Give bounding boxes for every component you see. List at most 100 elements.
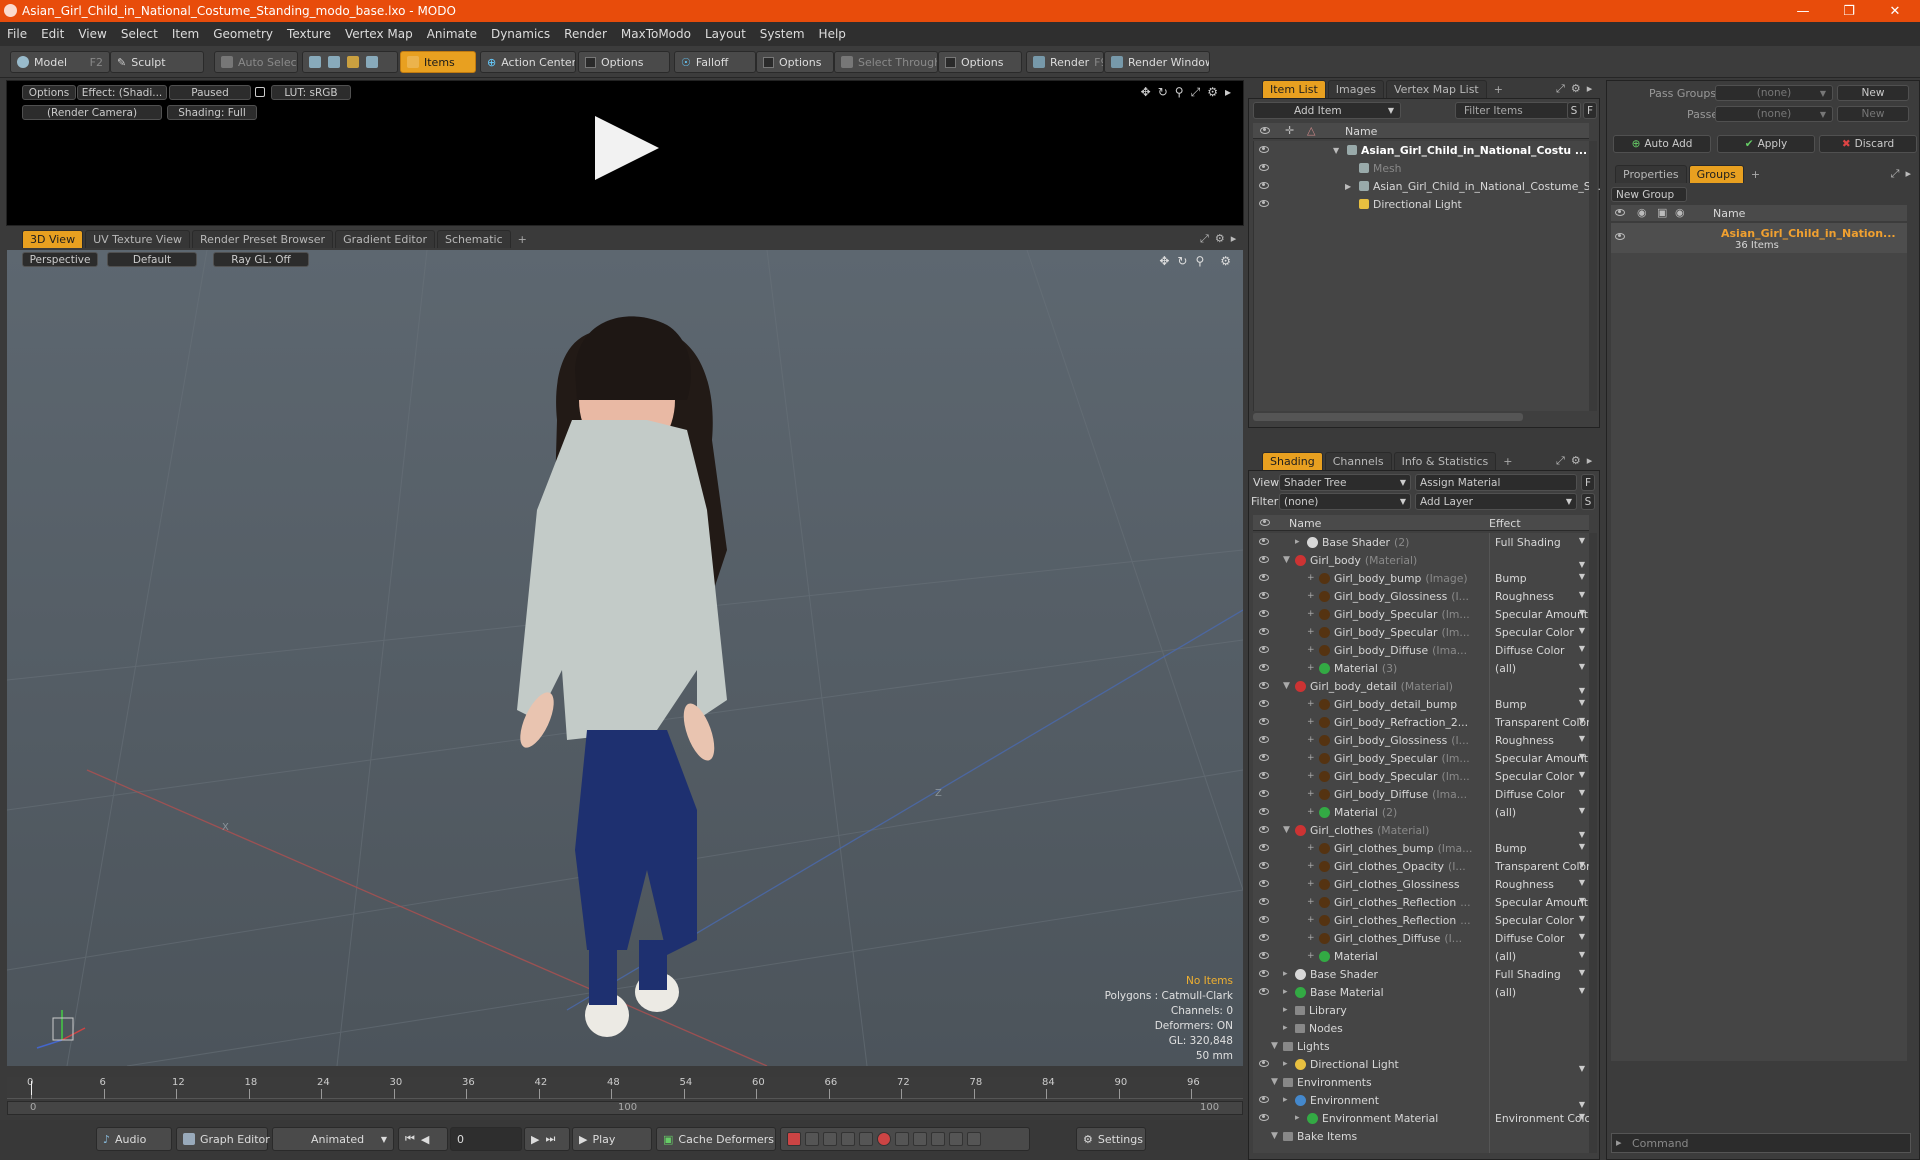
shader-tree-scrollbar[interactable] [1589,533,1597,1153]
zoom-icon[interactable]: ⚲ [1195,254,1204,268]
menu-maxtomodo[interactable]: MaxToModo [614,27,698,41]
shader-row[interactable]: + Girl_body_Glossiness (I... Roughness ▼ [1253,587,1589,605]
expand-arrow-icon[interactable]: ▼ [1333,146,1339,155]
effect-dropdown[interactable]: Diffuse Color ▼ [1493,932,1589,945]
close-button[interactable]: ✕ [1872,0,1918,22]
gear-icon[interactable]: ⚙ [1215,232,1225,246]
arrow-right-icon[interactable]: ▸ [1225,85,1231,100]
selection-mode-buttons[interactable] [302,51,398,73]
expand-arrow-icon[interactable]: + [1307,573,1315,583]
tab-schematic[interactable]: Schematic [437,230,511,248]
expand-arrow-icon[interactable]: ▼ [1271,1131,1278,1141]
expand-arrow-icon[interactable]: ▼ [1283,825,1290,835]
add-tab-button[interactable]: + [513,231,532,248]
expand-arrow-icon[interactable]: ▼ [1283,681,1290,691]
visibility-eye-icon[interactable] [1259,844,1269,851]
key-filter-icon[interactable] [931,1132,945,1146]
effect-dropdown[interactable]: Bump ▼ [1493,842,1589,855]
menu-texture[interactable]: Texture [280,27,338,41]
render-button[interactable]: RenderF9 [1026,51,1104,73]
expand-arrow-icon[interactable]: + [1307,591,1315,601]
shader-row[interactable]: + Material (all) ▼ [1253,947,1589,965]
shader-row[interactable]: ▼ Bake Items [1253,1127,1589,1145]
frame-input[interactable]: 0 [450,1127,522,1151]
effect-dropdown[interactable]: Full Shading ▼ [1493,536,1589,549]
graph-editor-button[interactable]: Graph Editor [176,1127,270,1151]
assign-f-button[interactable]: F [1581,474,1595,491]
expand-arrow-icon[interactable]: ▸ [1283,1059,1288,1069]
viewport-panel-controls[interactable]: ⤢ ⚙ ▸ [1200,232,1236,246]
expand-arrow-icon[interactable]: + [1307,753,1315,763]
move-icon[interactable]: ✥ [1159,254,1169,268]
maximize-icon[interactable]: ⤢ [1200,232,1209,246]
visibility-eye-icon[interactable] [1259,646,1269,653]
keyframe-dot-icon[interactable] [877,1132,891,1146]
add-layer-dropdown[interactable]: Add Layer ▼ [1415,493,1577,510]
effect-dropdown[interactable]: Full Shading ▼ [1493,968,1589,981]
visibility-eye-icon[interactable] [1259,182,1269,189]
transport-forward-buttons[interactable]: ▶ ⏭ [524,1127,570,1151]
gear-icon[interactable]: ⚙ [1220,254,1231,268]
zoom-icon[interactable]: ⚲ [1175,85,1184,100]
filter-s-button[interactable]: S [1581,493,1595,510]
move-icon[interactable]: ✥ [1141,85,1151,100]
falloff-options-button[interactable]: Options [756,51,834,73]
expand-arrow-icon[interactable]: + [1307,609,1315,619]
key-tools[interactable] [780,1127,1030,1151]
expand-arrow-icon[interactable]: ▼ [1283,555,1290,565]
visibility-eye-icon[interactable] [1259,146,1269,153]
itemlist-panel-controls[interactable]: ⤢ ⚙ ▸ [1556,82,1592,96]
tab-render-preset-browser[interactable]: Render Preset Browser [192,230,334,248]
effect-dropdown[interactable]: Specular Color ▼ [1493,914,1589,927]
last-frame-icon[interactable]: ⏭ [545,1132,555,1146]
visibility-eye-icon[interactable] [1259,574,1269,581]
tab-info-statistics[interactable]: Info & Statistics [1393,452,1497,470]
shader-row[interactable]: ▸ Base Material (all) ▼ [1253,983,1589,1001]
key-option-icon[interactable] [949,1132,963,1146]
add-tab-button[interactable]: + [1498,453,1517,470]
preview-options-button[interactable]: Options [22,85,76,100]
expand-arrow-icon[interactable]: + [1307,933,1315,943]
expand-arrow-icon[interactable]: + [1307,861,1315,871]
arrow-right-icon[interactable]: ▸ [1587,454,1593,468]
group-row[interactable]: Asian_Girl_Child_in_Nation... 36 Items [1611,223,1907,253]
shader-row[interactable]: ▸ Base Shader Full Shading ▼ [1253,965,1589,983]
effect-dropdown[interactable]: Specular Color ▼ [1493,770,1589,783]
menu-item[interactable]: Item [165,27,206,41]
maximize-icon[interactable]: ⤢ [1556,82,1565,96]
render-window-button[interactable]: Render Window [1104,51,1210,73]
new-pass-button[interactable]: New [1837,106,1909,122]
visibility-eye-icon[interactable] [1259,880,1269,887]
shader-row[interactable]: + Girl_body_bump (Image) Bump ▼ [1253,569,1589,587]
tab-uv-texture-view[interactable]: UV Texture View [85,230,191,248]
action-center-options-button[interactable]: Options [578,51,670,73]
effect-dropdown[interactable]: Bump ▼ [1493,572,1589,585]
visibility-eye-icon[interactable] [1259,592,1269,599]
expand-arrow-icon[interactable]: ▼ [1271,1041,1278,1051]
shader-row[interactable]: ▼ Girl_body (Material) ▼ [1253,551,1589,569]
preview-paused-button[interactable]: Paused [169,85,251,100]
effect-dropdown[interactable]: Specular Amount ▼ [1493,752,1589,765]
item-row[interactable]: Mesh [1253,159,1589,177]
itemlist-hscrollbar[interactable] [1253,413,1523,421]
auto-add-button[interactable]: ⊕ Auto Add [1613,135,1711,153]
shader-row[interactable]: + Girl_body_Specular (Im... Specular Amount… [1253,749,1589,767]
play-icon[interactable] [595,116,659,180]
item-row[interactable]: ▶ Asian_Girl_Child_in_National_Costume_S.… [1253,177,1601,195]
first-frame-icon[interactable]: ⏮ [405,1132,415,1146]
rotate-icon[interactable]: ↻ [1158,85,1168,100]
visibility-eye-icon[interactable] [1259,556,1269,563]
tab-channels[interactable]: Channels [1324,452,1392,470]
preview-effect-dropdown[interactable]: Effect: (Shadi... [77,85,167,100]
edges-mode-icon[interactable] [328,56,340,68]
timeline-range-bar[interactable]: 0 100 100 [7,1101,1243,1115]
filter-items-input[interactable]: Filter Items [1455,102,1569,119]
menu-vertex-map[interactable]: Vertex Map [338,27,420,41]
shader-row[interactable]: + Girl_body_detail_bump Bump ▼ [1253,695,1589,713]
expand-arrow-icon[interactable]: + [1307,645,1315,655]
tab-shading[interactable]: Shading [1262,452,1323,470]
shader-row[interactable]: ▸ Environment ▼ [1253,1091,1589,1109]
expand-arrow-icon[interactable]: + [1307,897,1315,907]
visibility-eye-icon[interactable] [1259,718,1269,725]
perspective-dropdown[interactable]: Perspective [22,252,98,267]
